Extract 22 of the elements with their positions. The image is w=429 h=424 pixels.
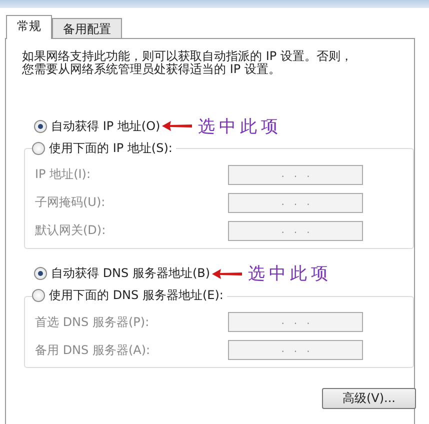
- radio-label[interactable]: 自动获得 IP 地址(O): [51, 118, 160, 134]
- radio-label[interactable]: 使用下面的 IP 地址(S):: [49, 140, 172, 156]
- advanced-button[interactable]: 高级(V)...: [322, 388, 416, 409]
- arrow-icon: [212, 268, 242, 278]
- tab[interactable]: 备用配置: [52, 18, 122, 38]
- radio-button[interactable]: [34, 267, 47, 280]
- radio-button[interactable]: [34, 120, 47, 132]
- radio-button[interactable]: [32, 142, 45, 154]
- radio-label[interactable]: 自动获得 DNS 服务器地址(B): [51, 265, 210, 282]
- arrow-icon: [162, 121, 192, 131]
- field-label: 首选 DNS 服务器(P):: [35, 314, 150, 330]
- field-label: IP 地址(I):: [35, 166, 92, 183]
- field-label: 备用 DNS 服务器(A):: [35, 342, 152, 358]
- description-text: 如果网络支持此功能，则可以获取自动指派的 IP 设置。否则，: [22, 50, 352, 63]
- annotation-text: 选中此项: [198, 116, 282, 138]
- field-label: 默认网关(D):: [35, 222, 107, 239]
- tab[interactable]: 常规: [6, 15, 52, 39]
- radio-label[interactable]: 使用下面的 DNS 服务器地址(E):: [49, 287, 224, 304]
- description-text: 您需要从网络系统管理员处获得适当的 IP 设置。: [22, 63, 280, 76]
- annotation-text: 选中此项: [248, 263, 332, 285]
- radio-button[interactable]: [32, 289, 45, 302]
- field-label: 子网掩码(U):: [35, 194, 106, 211]
